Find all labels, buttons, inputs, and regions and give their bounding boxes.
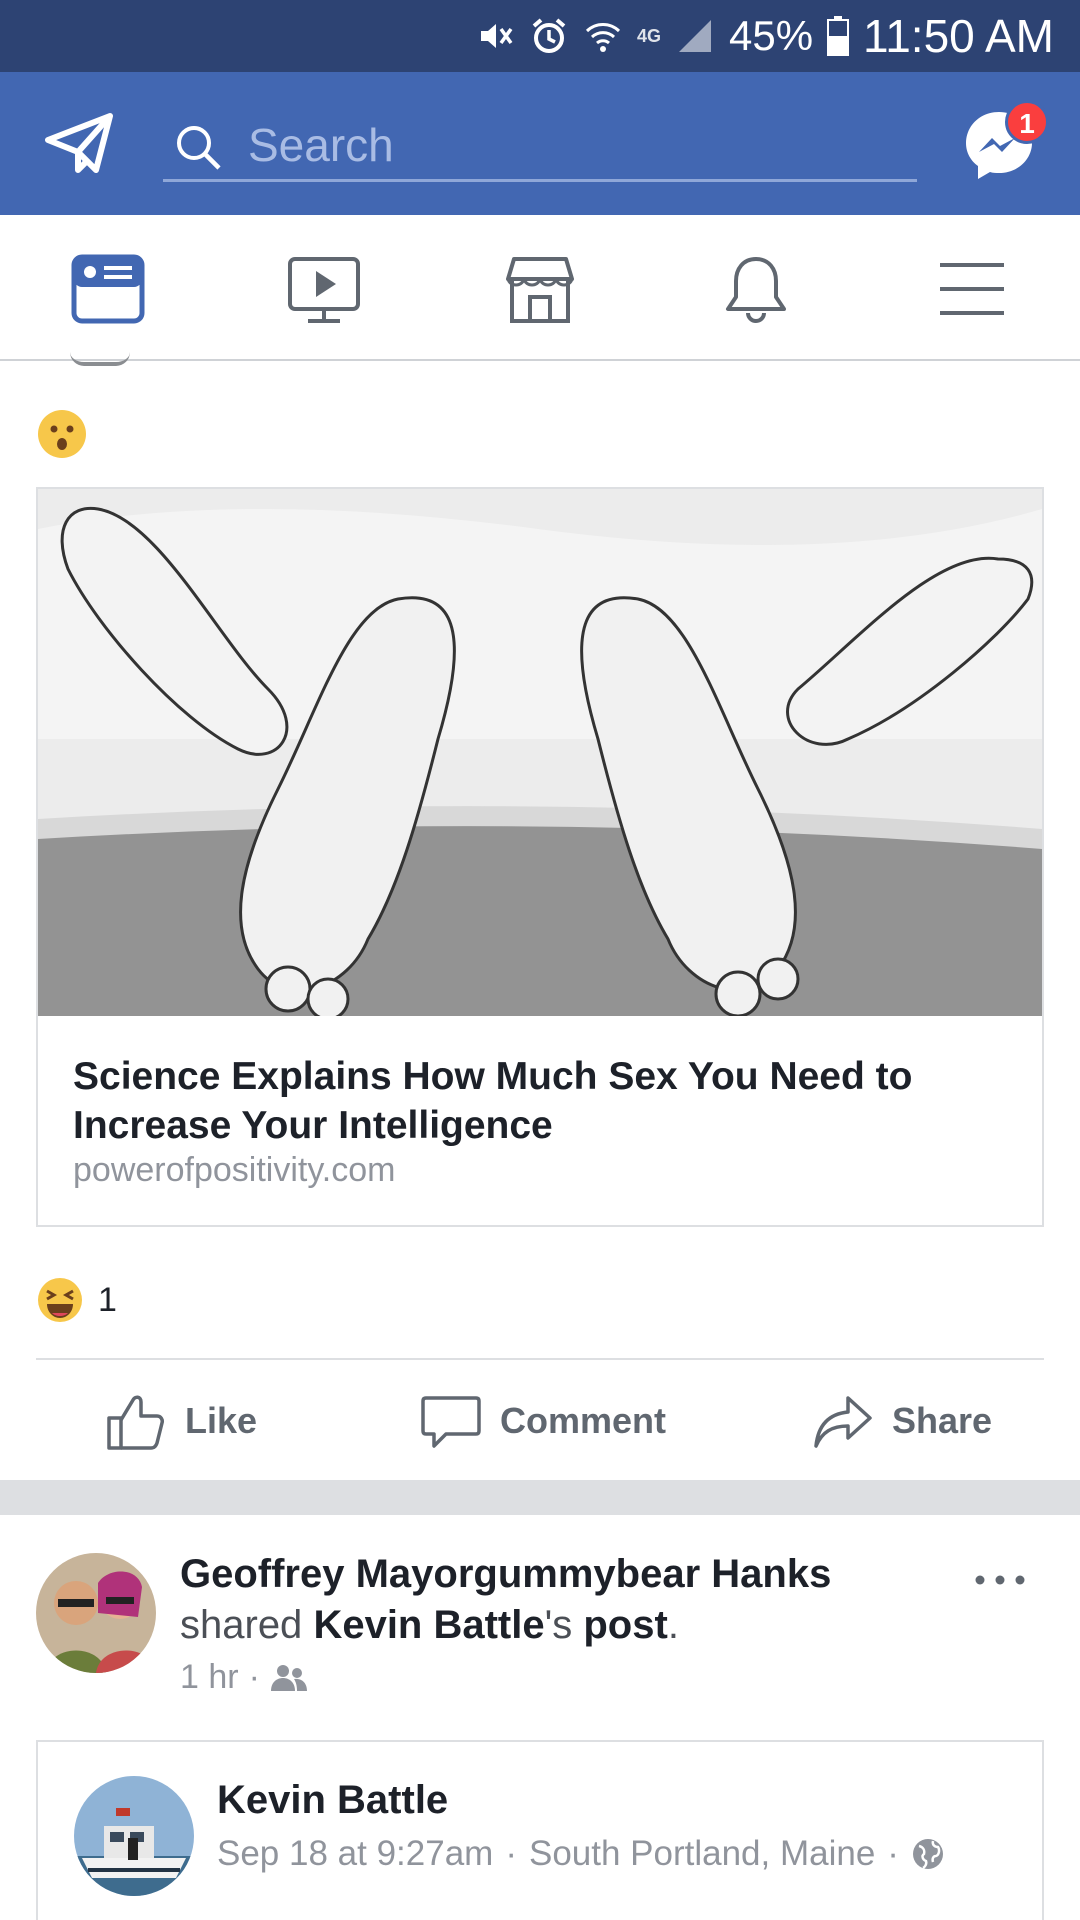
like-label: Like [185, 1400, 258, 1441]
shared-post-author[interactable]: Kevin Battle [217, 1778, 448, 1823]
surprised-face-emoji [38, 410, 86, 458]
more-options-icon[interactable] [970, 1560, 1030, 1600]
comment-button[interactable]: Comment [420, 1388, 666, 1454]
haha-reaction-icon [38, 1278, 82, 1322]
meta-separator: · [505, 1834, 517, 1873]
shared-post-card[interactable]: Kevin Battle Sep 18 at 9:27am · South Po… [36, 1740, 1044, 1920]
messenger-badge: 1 [1005, 100, 1049, 144]
feet-illustration [38, 489, 1042, 1016]
link-preview-card[interactable]: Science Explains How Much Sex You Need t… [36, 487, 1044, 1227]
reaction-count: 1 [98, 1280, 117, 1319]
status-icons: 4G 45% 11:50 AM [475, 0, 1054, 72]
avatar[interactable] [74, 1776, 194, 1896]
meta-separator: · [887, 1834, 899, 1873]
reaction-summary[interactable]: 1 [36, 1275, 117, 1325]
shared-post-location[interactable]: South Portland, Maine [529, 1834, 875, 1874]
share-label: Share [892, 1400, 993, 1441]
post-time[interactable]: 1 hr [180, 1658, 239, 1697]
like-button[interactable]: Like [105, 1388, 257, 1454]
comment-label: Comment [500, 1400, 667, 1441]
wifi-icon [585, 23, 621, 52]
watch-icon[interactable] [286, 251, 362, 327]
paper-plane-icon[interactable] [44, 108, 116, 178]
share-icon [814, 1396, 872, 1448]
mute-icon [480, 24, 513, 48]
globe-icon [912, 1839, 943, 1870]
post-meta: 1 hr · [180, 1658, 308, 1697]
avatar[interactable] [36, 1553, 156, 1673]
shared-post-link[interactable]: post [583, 1603, 667, 1647]
app-header: Search 1 [0, 72, 1080, 215]
feed-separator [0, 1480, 1080, 1515]
period: . [667, 1603, 679, 1647]
news-feed-icon[interactable] [70, 251, 146, 327]
possessive: 's [544, 1603, 573, 1647]
battery-percent: 45% [728, 12, 814, 59]
hamburger-icon[interactable] [934, 251, 1010, 327]
link-title[interactable]: Science Explains How Much Sex You Need t… [73, 1052, 993, 1150]
friends-icon [270, 1664, 307, 1691]
couple-photo [36, 1553, 156, 1673]
divider [36, 1358, 1044, 1360]
shared-owner-link[interactable]: Kevin Battle [313, 1603, 544, 1647]
avatar[interactable] [70, 352, 130, 366]
post-actions: Like Comment Share [0, 1380, 1080, 1462]
clock: 11:50 AM [863, 10, 1054, 62]
network-type: 4G [636, 25, 661, 46]
search-bar[interactable]: Search [163, 108, 917, 182]
alarm-icon [532, 18, 566, 53]
search-icon [177, 126, 221, 170]
search-input[interactable]: Search [248, 118, 394, 172]
status-bar: 4G 45% 11:50 AM [0, 0, 1080, 72]
thumbs-up-icon [107, 1395, 164, 1450]
comment-icon [421, 1396, 481, 1448]
link-preview-image[interactable] [38, 489, 1042, 1016]
link-domain: powerofpositivity.com [73, 1151, 396, 1189]
shared-description: shared Kevin Battle's post. [180, 1603, 679, 1648]
tab-bar [0, 215, 1080, 361]
bell-icon[interactable] [718, 251, 794, 327]
post-author[interactable]: Geoffrey Mayorgummybear Hanks [180, 1552, 831, 1597]
boat-photo [74, 1776, 194, 1896]
shared-post-date[interactable]: Sep 18 at 9:27am [217, 1834, 493, 1874]
marketplace-icon[interactable] [502, 251, 578, 327]
share-button[interactable]: Share [812, 1388, 992, 1454]
signal-icon [678, 20, 711, 52]
meta-separator: · [248, 1658, 260, 1696]
shared-prefix: shared [180, 1603, 303, 1647]
shared-post-meta: Sep 18 at 9:27am · South Portland, Maine… [217, 1834, 945, 1874]
battery-icon [827, 16, 850, 56]
